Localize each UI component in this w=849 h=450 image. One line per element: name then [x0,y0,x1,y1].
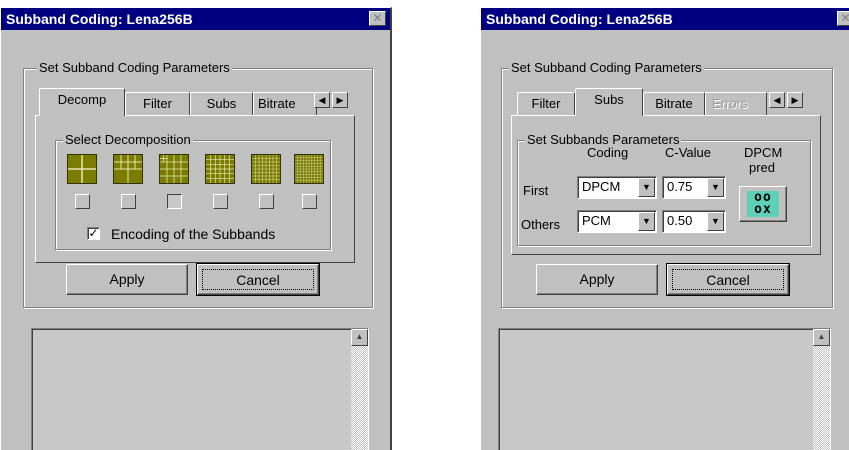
others-coding-dropdown-button[interactable]: ▼ [638,212,655,231]
decomp-option-6-toggle[interactable] [302,194,317,209]
chevron-down-icon: ▼ [642,182,651,192]
subband-coding-window-subs: Subband Coding: Lena256B ✕ Set Subband C… [480,7,849,450]
tab-subs[interactable]: Subs [190,92,253,116]
tab-filter[interactable]: Filter [517,92,575,116]
encoding-label: Encoding of the Subbands [111,226,276,242]
tab-bitrate[interactable]: Bitrate [643,92,705,116]
chevron-down-icon: ▼ [642,216,651,226]
output-area[interactable]: ▲ [498,328,831,450]
output-area[interactable]: ▲ [31,328,369,450]
others-row-label: Others [521,217,561,232]
others-cvalue-value: 0.50 [667,213,693,228]
tab-scroll-right-button[interactable]: ▶ [787,92,803,108]
first-cvalue-value: 0.75 [667,179,693,194]
decomp-option-4-toggle[interactable] [213,194,228,209]
parameters-group-label: Set Subband Coding Parameters [509,60,704,75]
tab-subs[interactable]: Subs [575,88,643,116]
arrow-right-icon: ▶ [791,95,799,105]
first-coding-dropdown-button[interactable]: ▼ [638,178,655,197]
dpcm-predictor-icon: oo ox [747,191,779,217]
cancel-button-label: Cancel [202,269,314,290]
checkmark-icon: ✓ [88,226,99,240]
others-coding-value: PCM [582,213,611,228]
encoding-checkbox[interactable]: ✓ [87,227,100,240]
apply-button[interactable]: Apply [66,264,188,295]
decomp-option-1-toggle[interactable] [75,194,90,209]
others-coding-select[interactable]: PCM ▼ [577,210,657,233]
first-row-label: First [523,183,549,198]
window-title: Subband Coding: Lena256B [6,11,193,27]
cancel-button[interactable]: Cancel [666,263,790,296]
first-cvalue-select[interactable]: 0.75 ▼ [662,176,726,199]
title-bar[interactable]: Subband Coding: Lena256B [481,8,849,30]
grid-2x2-icon[interactable] [67,154,97,184]
first-cvalue-dropdown-button[interactable]: ▼ [707,178,724,197]
apply-button[interactable]: Apply [536,264,658,295]
tab-scroll-left-button[interactable]: ◀ [769,92,785,108]
dpcm-icon-glyph-bottom: ox [754,202,772,217]
tab-scroll-right-button[interactable]: ▶ [332,92,348,108]
scroll-up-button[interactable]: ▲ [351,329,368,346]
dpcm-pred-button[interactable]: oo ox [739,186,787,222]
decomp-option-2-toggle[interactable] [121,194,136,209]
tab-filter[interactable]: Filter [125,92,190,116]
arrow-left-icon: ◀ [318,95,326,105]
chevron-down-icon: ▼ [711,216,720,226]
window-title: Subband Coding: Lena256B [486,11,673,27]
parameters-group-label: Set Subband Coding Parameters [37,60,232,75]
grid-6x6-icon[interactable] [205,154,235,184]
arrow-right-icon: ▶ [336,95,344,105]
dpcm-pred-label-line2: pred [749,160,776,175]
tab-scroll-left-button[interactable]: ◀ [314,92,330,108]
scroll-up-button[interactable]: ▲ [813,329,830,346]
close-button[interactable]: ✕ [837,11,849,26]
grid-8x8-icon[interactable] [251,154,281,184]
tab-bitrate[interactable]: Bitrate [253,92,317,116]
decomposition-group-label: Select Decomposition [63,132,193,147]
grid-mixed-icon[interactable] [113,154,143,184]
close-icon: ✕ [840,11,849,25]
dpcm-pred-label-line1: DPCM [744,145,783,160]
decomp-option-3-toggle[interactable] [167,194,182,209]
chevron-down-icon: ▼ [711,182,720,192]
close-icon: ✕ [372,11,383,25]
grid-10x10-icon[interactable] [294,154,324,184]
cvalue-column-header: C-Value [665,145,712,160]
vertical-scrollbar[interactable]: ▲ [813,329,830,450]
cancel-button[interactable]: Cancel [196,263,320,296]
arrow-up-icon: ▲ [817,332,826,341]
others-cvalue-dropdown-button[interactable]: ▼ [707,212,724,231]
decomp-option-5-toggle[interactable] [259,194,274,209]
first-coding-select[interactable]: DPCM ▼ [577,176,657,199]
grid-4x4-icon[interactable] [159,154,189,184]
tab-decomp[interactable]: Decomp [39,88,125,116]
close-button[interactable]: ✕ [369,11,386,26]
coding-column-header: Coding [587,145,629,160]
arrow-left-icon: ◀ [773,95,781,105]
title-bar[interactable]: Subband Coding: Lena256B [1,8,390,30]
tab-errors[interactable]: Errors [705,92,767,116]
subband-coding-window-decomp: Subband Coding: Lena256B ✕ Set Subband C… [0,7,392,450]
others-cvalue-select[interactable]: 0.50 ▼ [662,210,726,233]
first-coding-value: DPCM [582,179,621,194]
arrow-up-icon: ▲ [355,332,364,341]
cancel-button-label: Cancel [672,269,784,290]
vertical-scrollbar[interactable]: ▲ [351,329,368,450]
